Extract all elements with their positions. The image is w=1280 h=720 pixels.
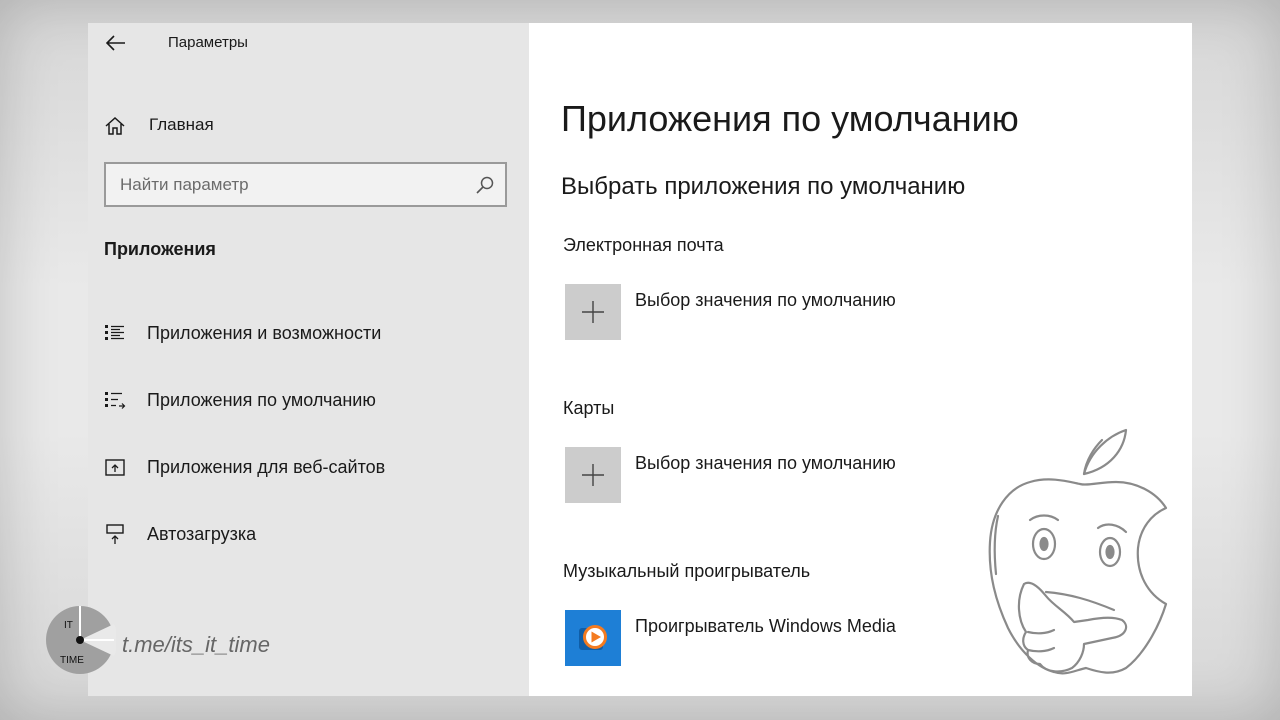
- home-link[interactable]: Главная: [102, 107, 522, 143]
- navigation-pane: Параметры Главная Приложения Приложени: [88, 23, 529, 696]
- sidebar-item-web-apps[interactable]: Приложения для веб-сайтов: [102, 447, 522, 487]
- sidebar-item-label: Приложения для веб-сайтов: [147, 456, 386, 477]
- maps-app-choice-button[interactable]: Выбор значения по умолчанию: [565, 447, 1025, 505]
- app-tile: [565, 610, 621, 666]
- app-choice-label: Проигрыватель Windows Media: [635, 616, 896, 636]
- plus-icon: [582, 464, 604, 486]
- page-title: Приложения по умолчанию: [561, 98, 1019, 139]
- startup-icon: [106, 524, 124, 544]
- nav-section-title: Приложения: [104, 239, 216, 259]
- app-tile: [565, 447, 621, 503]
- arrow-left-icon: [106, 35, 125, 51]
- windows-media-player-icon: [579, 625, 607, 650]
- search-box: [104, 162, 507, 207]
- music-app-choice-button[interactable]: Проигрыватель Windows Media: [565, 610, 1025, 668]
- window-title: Параметры: [168, 34, 248, 51]
- app-tile: [565, 284, 621, 340]
- sidebar-item-label: Автозагрузка: [147, 523, 257, 544]
- logo-text-bottom: TIME: [60, 655, 84, 666]
- app-choice-label: Выбор значения по умолчанию: [635, 453, 896, 473]
- sidebar-item-apps-features[interactable]: Приложения и возможности: [102, 313, 522, 353]
- section-subtitle: Выбрать приложения по умолчанию: [561, 173, 966, 200]
- web-apps-icon: [105, 459, 125, 476]
- search-input[interactable]: [120, 174, 460, 195]
- sidebar-item-label: Приложения и возможности: [147, 322, 382, 343]
- sidebar-item-startup[interactable]: Автозагрузка: [102, 514, 522, 554]
- category-maps-label: Карты: [563, 398, 615, 418]
- sidebar-item-default-apps[interactable]: Приложения по умолчанию: [102, 380, 522, 420]
- title-bar: Параметры: [88, 23, 529, 63]
- it-time-logo: IT TIME: [46, 606, 116, 674]
- category-music-label: Музыкальный проигрыватель: [563, 561, 811, 581]
- apps-list-icon: [105, 325, 124, 340]
- sidebar-item-label: Приложения по умолчанию: [147, 389, 376, 410]
- thinking-apple-mascot-icon: [988, 428, 1168, 675]
- category-email-label: Электронная почта: [563, 235, 724, 255]
- home-label: Главная: [149, 115, 214, 134]
- default-apps-icon: [105, 392, 126, 409]
- back-button[interactable]: [102, 29, 130, 57]
- watermark-url: t.me/its_it_time: [122, 632, 270, 657]
- logo-text-top: IT: [64, 620, 73, 631]
- email-app-choice-button[interactable]: Выбор значения по умолчанию: [565, 284, 1025, 342]
- home-icon: [105, 116, 125, 135]
- plus-icon: [582, 301, 604, 323]
- app-choice-label: Выбор значения по умолчанию: [635, 290, 896, 310]
- search-icon[interactable]: [475, 175, 495, 195]
